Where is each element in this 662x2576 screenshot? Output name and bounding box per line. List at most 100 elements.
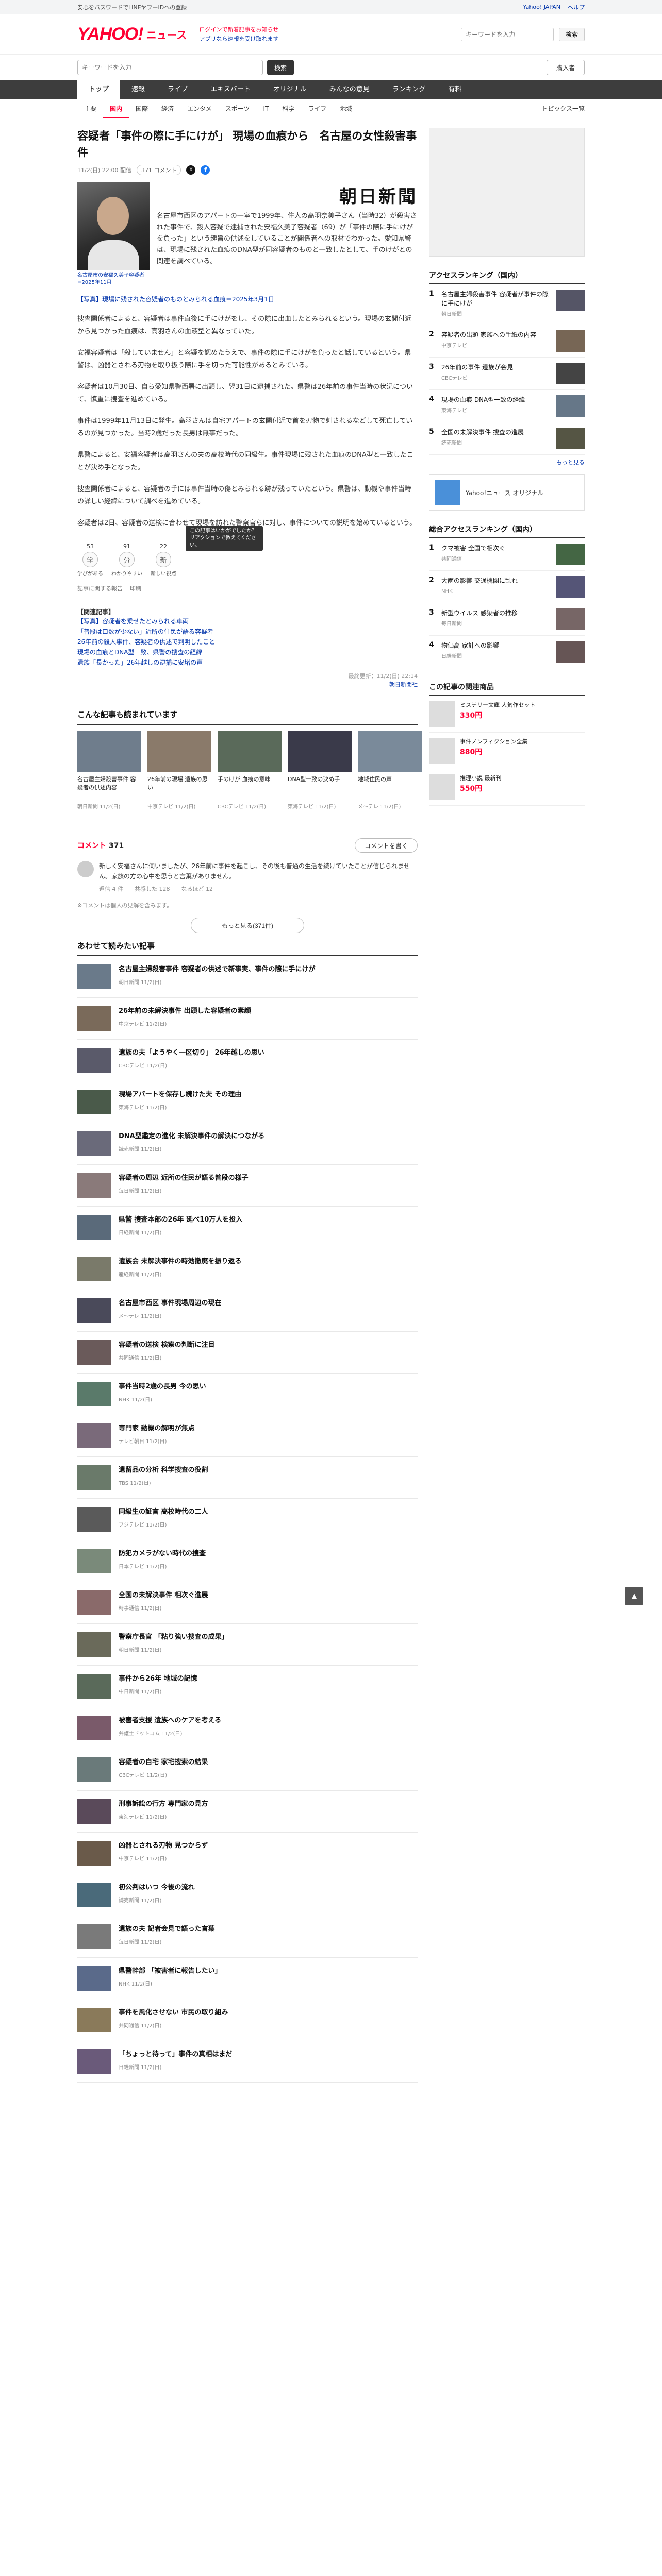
news-title[interactable]: 事件当時2歳の長男 今の思い <box>119 1382 206 1392</box>
news-thumbnail[interactable] <box>77 1924 111 1949</box>
rank-thumbnail[interactable] <box>556 428 585 449</box>
ranking-row[interactable]: 2 大雨の影響 交通機関に乱れ NHK <box>429 571 585 603</box>
reaction-new[interactable]: 22 新 新しい視点 <box>151 543 176 577</box>
card-title[interactable]: 地域住民の声 <box>358 775 422 800</box>
recommend-card[interactable]: DNA型一致の決め手 東海テレビ 11/2(日) <box>288 731 352 810</box>
news-row[interactable]: 遺族の夫「ようやく一区切り」 26年越しの思い CBCテレビ 11/2(日) <box>77 1040 418 1081</box>
news-row[interactable]: 「ちょっと待って」事件の真相はまだ 日経新聞 11/2(日) <box>77 2041 418 2083</box>
news-row[interactable]: 刑事訴訟の行方 専門家の見方 東海テレビ 11/2(日) <box>77 1791 418 1833</box>
rank-thumbnail[interactable] <box>556 330 585 352</box>
tab-sports[interactable]: スポーツ <box>219 99 257 118</box>
news-thumbnail[interactable] <box>77 1382 111 1406</box>
news-title[interactable]: 容疑者の周辺 近所の住民が語る普段の様子 <box>119 1173 249 1183</box>
news-title[interactable]: 現場アパートを保存し続けた夫 その理由 <box>119 1090 241 1100</box>
news-thumbnail[interactable] <box>77 1048 111 1073</box>
news-row[interactable]: 事件から26年 地域の記憶 中日新聞 11/2(日) <box>77 1666 418 1707</box>
rank-thumbnail[interactable] <box>556 641 585 663</box>
ranking-row[interactable]: 4 現場の血痕 DNA型一致の経緯 東海テレビ <box>429 390 585 422</box>
news-row[interactable]: 名古屋主婦殺害事件 容疑者の供述で新事実、事件の際に手にけが 朝日新聞 11/2(… <box>77 956 418 998</box>
news-thumbnail[interactable] <box>77 1465 111 1490</box>
comments-pill[interactable]: 371 コメント <box>136 165 181 175</box>
shop-item[interactable]: ミステリー文庫 人気作セット 330円 <box>429 696 585 733</box>
search-button[interactable]: 検索 <box>267 60 294 75</box>
news-row[interactable]: 遺族会 未解決事件の時効撤廃を振り返る 産経新聞 11/2(日) <box>77 1248 418 1290</box>
facebook-share-icon[interactable]: f <box>201 165 210 175</box>
news-row[interactable]: 防犯カメラがない時代の捜査 日本テレビ 11/2(日) <box>77 1540 418 1582</box>
topics-list-link[interactable]: トピックス一覧 <box>541 104 585 113</box>
news-thumbnail[interactable] <box>77 1507 111 1532</box>
comment-meta[interactable]: 返信 4 件 共感した 128 なるほど 12 <box>99 885 418 893</box>
tab-main[interactable]: 主要 <box>77 99 103 118</box>
news-row[interactable]: 事件当時2歳の長男 今の思い NHK 11/2(日) <box>77 1374 418 1415</box>
news-title[interactable]: 名古屋市西区 事件現場周辺の現在 <box>119 1298 222 1309</box>
news-title[interactable]: 名古屋主婦殺害事件 容疑者の供述で新事実、事件の際に手にけが <box>119 964 316 975</box>
login-button[interactable]: 購入者 <box>546 60 585 75</box>
related-link[interactable]: 【写真】容疑者を乗せたとみられる車両 <box>77 616 418 626</box>
news-row[interactable]: 全国の未解決事件 相次ぐ進展 時事通信 11/2(日) <box>77 1582 418 1624</box>
card-title[interactable]: 手のけが 血痕の意味 <box>218 775 282 800</box>
publisher-link[interactable]: 朝日新聞社 <box>389 681 418 688</box>
ranking-more-link[interactable]: もっと見る <box>429 458 585 466</box>
rank-thumbnail[interactable] <box>556 395 585 417</box>
rank-title[interactable]: 名古屋主婦殺害事件 容疑者が事件の際に手にけが <box>441 290 551 308</box>
news-row[interactable]: 凶器とされる刃物 見つからず 中京テレビ 11/2(日) <box>77 1833 418 1874</box>
news-title[interactable]: 防犯カメラがない時代の捜査 <box>119 1549 206 1559</box>
news-thumbnail[interactable] <box>77 1423 111 1448</box>
recommend-card[interactable]: 地域住民の声 メ〜テレ 11/2(日) <box>358 731 422 810</box>
ranking-row[interactable]: 5 全国の未解決事件 捜査の進展 読売新聞 <box>429 422 585 455</box>
sidebar-ad[interactable] <box>429 128 585 257</box>
news-thumbnail[interactable] <box>77 1757 111 1782</box>
news-title[interactable]: 刑事訴訟の行方 専門家の見方 <box>119 1799 208 1809</box>
rank-thumbnail[interactable] <box>556 576 585 598</box>
original-banner[interactable]: Yahoo!ニュース オリジナル <box>429 474 585 511</box>
news-row[interactable]: 県警 捜査本部の26年 延べ10万人を投入 日経新聞 11/2(日) <box>77 1207 418 1248</box>
news-title[interactable]: 遺留品の分析 科学捜査の役割 <box>119 1465 208 1476</box>
rank-thumbnail[interactable] <box>556 290 585 311</box>
tab-economy[interactable]: 経済 <box>155 99 180 118</box>
news-thumbnail[interactable] <box>77 1131 111 1156</box>
card-thumbnail[interactable] <box>288 731 352 772</box>
card-title[interactable]: 名古屋主婦殺害事件 容疑者の供述内容 <box>77 775 141 800</box>
suspect-photo[interactable] <box>77 182 150 270</box>
ranking-row[interactable]: 1 クマ被害 全国で相次ぐ 共同通信 <box>429 538 585 571</box>
recommend-card[interactable]: 名古屋主婦殺害事件 容疑者の供述内容 朝日新聞 11/2(日) <box>77 731 141 810</box>
shop-item[interactable]: 推理小説 最新刊 550円 <box>429 769 585 806</box>
topbar-link-help[interactable]: ヘルプ <box>568 3 585 11</box>
news-title[interactable]: 容疑者の自宅 家宅捜索の結果 <box>119 1757 208 1768</box>
news-thumbnail[interactable] <box>77 1173 111 1198</box>
rank-title[interactable]: クマ被害 全国で相次ぐ <box>441 544 551 553</box>
tab-international[interactable]: 国際 <box>129 99 155 118</box>
header-search-input[interactable] <box>460 27 554 41</box>
rank-title[interactable]: 26年前の事件 遺族が会見 <box>441 363 551 372</box>
lead-photo[interactable]: 名古屋市の安福久美子容疑者=2025年11月 <box>77 182 150 286</box>
rank-thumbnail[interactable] <box>556 608 585 630</box>
print-link[interactable]: 印刷 <box>130 584 141 592</box>
header-note-login[interactable]: ログインで新着記事をお知らせ <box>199 25 278 35</box>
news-row[interactable]: DNA型鑑定の進化 未解決事件の解決につながる 読売新聞 11/2(日) <box>77 1123 418 1165</box>
nav-opinion[interactable]: みんなの意見 <box>318 80 381 99</box>
news-title[interactable]: 被害者支援 遺族へのケアを考える <box>119 1716 221 1726</box>
related-link[interactable]: 遺族「長かった」26年越しの逮捕に安堵の声 <box>77 657 418 668</box>
nav-live[interactable]: ライブ <box>156 80 199 99</box>
news-thumbnail[interactable] <box>77 1549 111 1573</box>
news-title[interactable]: 「ちょっと待って」事件の真相はまだ <box>119 2049 232 2060</box>
ranking-row[interactable]: 4 物価高 家計への影響 日経新聞 <box>429 636 585 668</box>
tab-life[interactable]: ライフ <box>301 99 333 118</box>
card-thumbnail[interactable] <box>147 731 211 772</box>
product-title[interactable]: 推理小説 最新刊 <box>460 774 585 783</box>
rank-title[interactable]: 現場の血痕 DNA型一致の経緯 <box>441 395 551 404</box>
reaction-learn[interactable]: 53 学 学びがある <box>77 543 103 577</box>
news-row[interactable]: 遺留品の分析 科学捜査の役割 TBS 11/2(日) <box>77 1457 418 1499</box>
news-row[interactable]: 警察庁長官 「粘り強い捜査の成果」 朝日新聞 11/2(日) <box>77 1624 418 1666</box>
news-row[interactable]: 名古屋市西区 事件現場周辺の現在 メ〜テレ 11/2(日) <box>77 1290 418 1332</box>
rank-title[interactable]: 新型ウイルス 感染者の推移 <box>441 608 551 618</box>
rank-title[interactable]: 物価高 家計への影響 <box>441 641 551 650</box>
page-top-button[interactable]: ▲ <box>625 1587 643 1605</box>
news-row[interactable]: 容疑者の周辺 近所の住民が語る普段の様子 毎日新聞 11/2(日) <box>77 1165 418 1207</box>
topbar-link-yahoo[interactable]: Yahoo! JAPAN <box>523 4 560 10</box>
news-title[interactable]: 県警幹部 「被害者に報告したい」 <box>119 1966 222 1976</box>
news-title[interactable]: 遺族の夫「ようやく一区切り」 26年越しの思い <box>119 1048 264 1058</box>
news-title[interactable]: 容疑者の送検 検察の判断に注目 <box>119 1340 215 1350</box>
news-thumbnail[interactable] <box>77 1841 111 1866</box>
news-row[interactable]: 同級生の証言 高校時代の二人 フジテレビ 11/2(日) <box>77 1499 418 1540</box>
